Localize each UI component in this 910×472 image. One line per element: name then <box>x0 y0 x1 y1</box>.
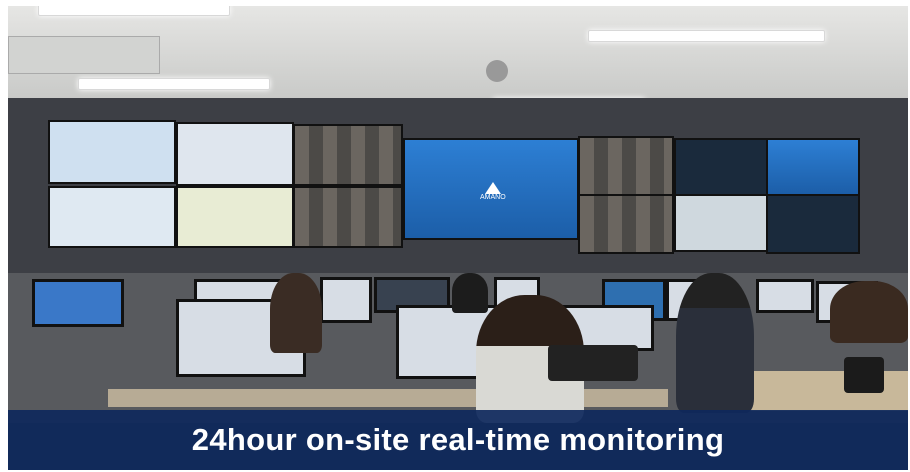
operator-person <box>830 281 908 343</box>
operator-person <box>270 273 322 353</box>
clock-screen <box>766 138 860 196</box>
camera-feed-screen <box>578 136 674 196</box>
wall-screen <box>176 186 294 248</box>
control-room-photo: AMANO 24hour on-site real-time monitorin… <box>8 6 908 470</box>
operator-person <box>452 273 488 313</box>
amano-logo: AMANO <box>480 182 506 201</box>
ceiling-light <box>588 30 825 42</box>
logo-text: AMANO <box>480 194 506 201</box>
wall-screen <box>48 120 176 184</box>
wall-screen <box>674 194 768 252</box>
security-camera-icon <box>486 60 508 82</box>
video-wall <box>8 98 908 273</box>
camera-feed-screen <box>578 194 674 254</box>
caption-banner: 24hour on-site real-time monitoring <box>8 410 908 470</box>
camera-feed-screen <box>293 186 403 248</box>
air-conditioner <box>8 36 160 74</box>
handbag <box>844 357 884 393</box>
caption-text: 24hour on-site real-time monitoring <box>191 422 725 457</box>
chair <box>548 345 638 381</box>
camera-feed-screen <box>293 124 403 186</box>
desktop-monitor <box>32 279 124 327</box>
desktop-monitor <box>320 277 372 323</box>
clock-screen <box>674 138 768 196</box>
wall-screen <box>176 122 294 186</box>
desk <box>748 371 908 411</box>
desktop-monitor <box>756 279 814 313</box>
operator-person <box>676 273 754 413</box>
wall-screen <box>48 186 176 248</box>
ceiling-light <box>38 6 230 16</box>
clock-screen <box>766 194 860 254</box>
ceiling <box>8 6 908 122</box>
operator-floor <box>8 273 908 423</box>
desk <box>108 389 668 407</box>
ceiling-light <box>78 78 270 90</box>
triangle-logo-icon <box>484 182 501 194</box>
